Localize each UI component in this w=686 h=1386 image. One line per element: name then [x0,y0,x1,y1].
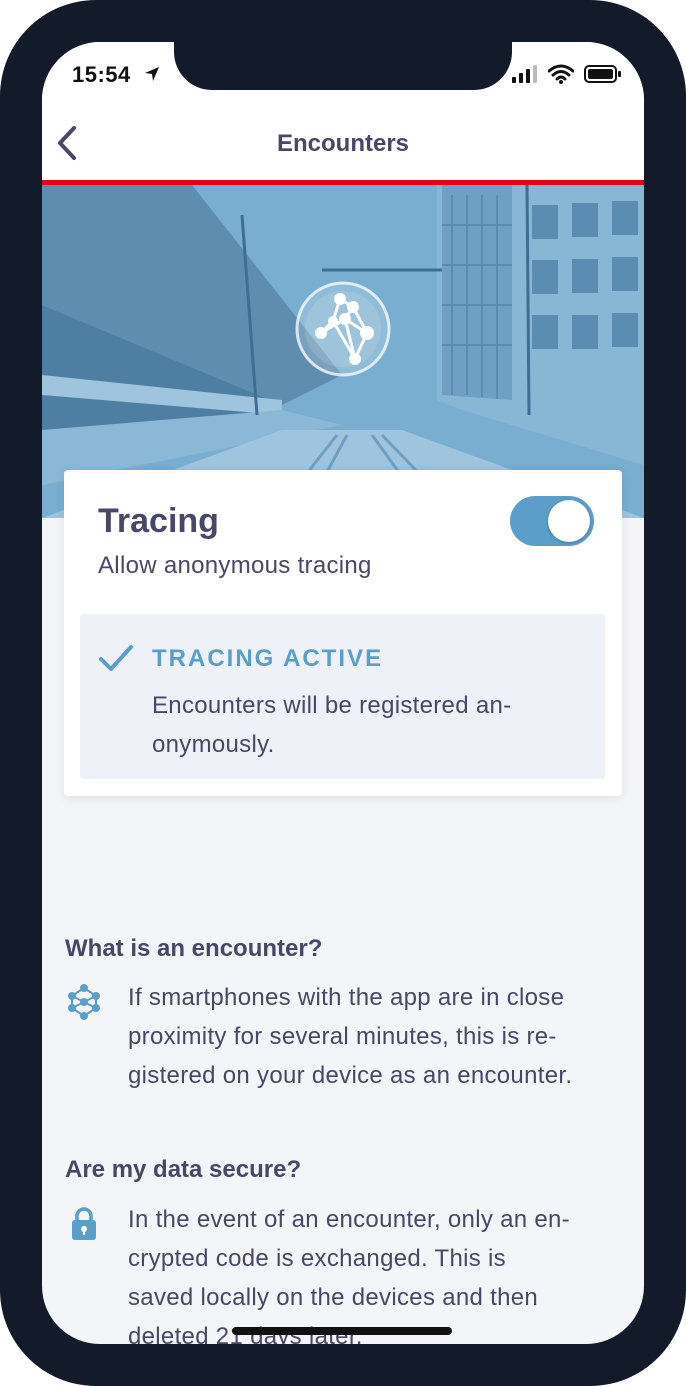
section-body-line: crypted code is exchanged. This is [128,1245,506,1272]
tracing-card: Tracing Allow anonymous tracing TRACING … [64,470,622,796]
location-arrow-icon [144,66,160,87]
section-title-encounter: What is an encounter? [65,935,323,962]
navigation-bar: Encounters [42,90,644,185]
status-time: 15:54 [72,62,131,87]
status-description-line: onymously. [152,731,275,758]
app-logo-network-icon [295,281,391,382]
battery-icon [584,64,622,89]
tracing-status-box: TRACING ACTIVE Encounters will be regist… [80,614,605,779]
cellular-signal-icon [512,65,538,88]
section-body-line: In the event of an encounter, only an en… [128,1206,570,1233]
phone-frame: 15:54 Encounters Tracing Allow anonymous… [0,0,686,1386]
tracing-status-description: Encounters will be registered an- onymou… [152,686,572,764]
hero-street-image [42,185,644,518]
status-indicators [512,64,622,89]
section-body-line: gistered on your device as an encounter. [128,1062,573,1089]
home-indicator[interactable] [232,1327,452,1335]
checkmark-icon [98,644,134,677]
section-body-data-secure: In the event of an encounter, only an en… [128,1200,628,1344]
tracing-status-title: TRACING ACTIVE [152,645,384,672]
tracing-subtitle: Allow anonymous tracing [98,552,372,579]
section-title-data-secure: Are my data secure? [65,1156,302,1183]
network-nodes-icon [64,982,104,1027]
lock-icon [64,1204,104,1249]
section-body-line: proximity for several minutes, this is r… [128,1023,557,1050]
section-body-encounter: If smartphones with the app are in close… [128,978,628,1095]
toggle-knob [548,500,590,542]
device-notch [174,42,512,90]
section-body-line: saved locally on the devices and then [128,1284,539,1311]
app-screen: 15:54 Encounters Tracing Allow anonymous… [42,42,644,1344]
status-description-line: Encounters will be registered an- [152,692,512,719]
section-body-line: If smartphones with the app are in close [128,984,565,1011]
tracing-toggle[interactable] [510,496,594,546]
page-title: Encounters [276,130,410,157]
tracing-title: Tracing [98,502,219,540]
wifi-icon [547,64,575,89]
